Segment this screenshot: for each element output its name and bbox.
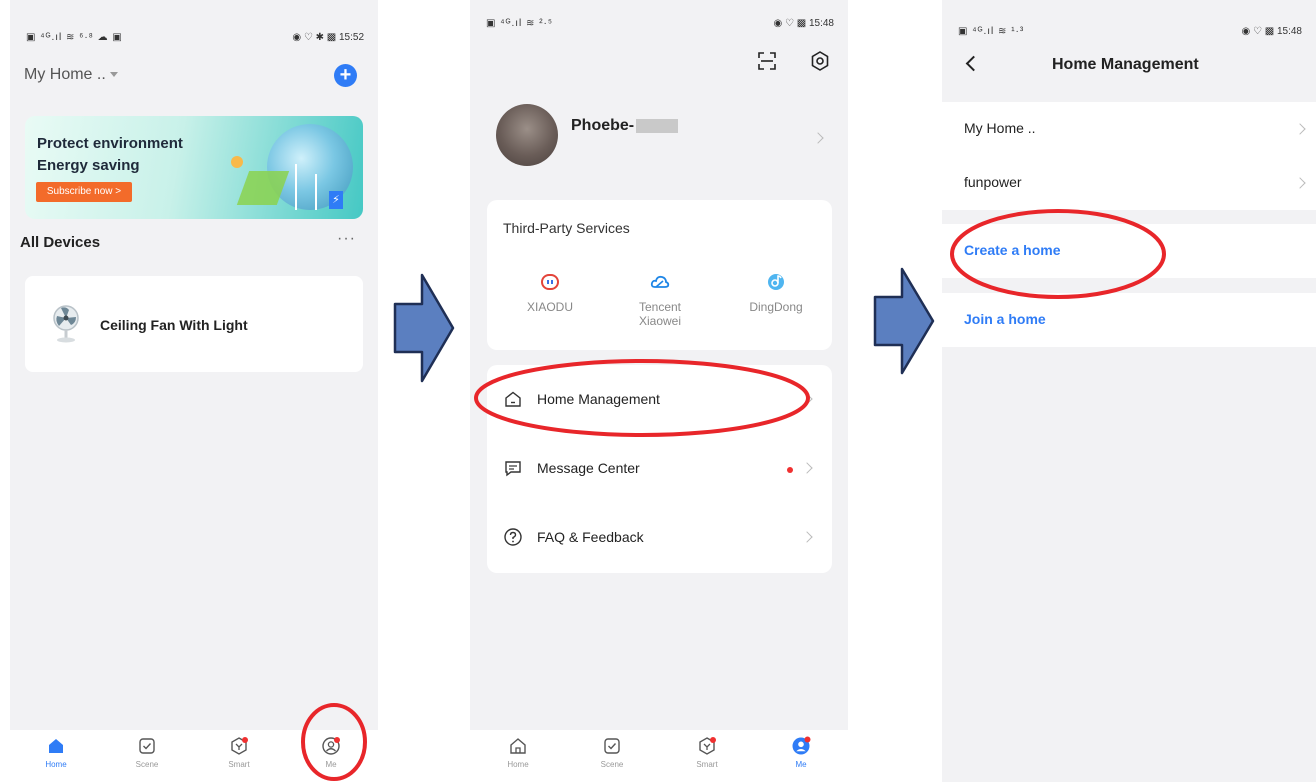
settings-icon[interactable] <box>809 50 831 72</box>
tab-home[interactable]: Home <box>488 736 548 769</box>
device-name: Ceiling Fan With Light <box>100 317 248 333</box>
flow-arrow-icon <box>873 267 935 375</box>
promo-banner[interactable]: ⚡ Protect environment Energy saving Subs… <box>25 116 363 219</box>
status-bar: ▣ ⁴ᴳ.ıl ≋ ⁶·⁸ ☁ ▣ ◉ ♡ ✱ ▩ 15:52 <box>10 28 378 50</box>
menu-label: Message Center <box>537 460 640 476</box>
chevron-right-icon <box>812 132 824 144</box>
section-title: All Devices <box>20 234 101 251</box>
xiaodu-icon <box>541 274 559 290</box>
lightning-icon: ⚡ <box>329 191 343 209</box>
service-xiaodu[interactable]: XIAODU <box>510 272 590 314</box>
tab-label: Me <box>795 760 807 769</box>
service-tencent-xiaowei[interactable]: Tencent Xiaowei <box>620 272 700 328</box>
home-icon <box>49 739 63 753</box>
dingdong-icon <box>768 274 784 290</box>
status-left: ▣ ⁴ᴳ.ıl ≋ ²·⁵ <box>486 18 554 29</box>
tab-label: Scene <box>135 760 159 769</box>
tab-smart[interactable]: Smart <box>677 736 737 769</box>
bottom-tab-bar: Home Scene Smart Me <box>470 730 848 782</box>
plus-icon: + <box>339 64 352 86</box>
home-selector-label: My Home .. <box>24 66 106 83</box>
fan-icon <box>53 305 79 343</box>
home-name: My Home .. <box>964 120 1036 136</box>
home-name: funpower <box>964 174 1022 190</box>
me-icon <box>792 736 811 755</box>
service-dingdong[interactable]: DingDong <box>736 272 816 314</box>
device-card[interactable]: Ceiling Fan With Light <box>25 276 363 372</box>
menu-label: FAQ & Feedback <box>537 529 644 545</box>
home-icon <box>510 738 526 754</box>
tab-scene[interactable]: Scene <box>582 736 642 769</box>
user-name: Phoebe- <box>571 117 635 134</box>
status-right: ◉ ♡ ▩ 15:48 <box>1241 26 1303 37</box>
service-label: XIAODU <box>526 300 573 314</box>
wind-turbine-illustration <box>315 174 317 210</box>
chevron-right-icon <box>801 462 813 474</box>
page-title: Home Management <box>1052 56 1199 73</box>
join-home-label: Join a home <box>964 311 1046 327</box>
back-arrow-icon[interactable] <box>965 55 982 72</box>
wind-turbine-illustration <box>295 164 297 210</box>
menu-faq-feedback[interactable]: FAQ & Feedback <box>487 503 832 571</box>
highlight-ellipse <box>950 209 1166 299</box>
tab-label: Smart <box>228 760 250 769</box>
home-management-screen: ▣ ⁴ᴳ.ıl ≋ ¹·³ ◉ ♡ ▩ 15:48 Home Managemen… <box>942 0 1316 782</box>
banner-title-line2: Energy saving <box>37 157 140 174</box>
menu-message-center[interactable]: Message Center <box>487 434 832 502</box>
flow-arrow-icon <box>393 273 455 383</box>
card-title: Third-Party Services <box>503 220 630 236</box>
status-left: ▣ ⁴ᴳ.ıl ≋ ⁶·⁸ ☁ ▣ <box>26 32 123 43</box>
scene-icon <box>139 738 155 754</box>
tab-home[interactable]: Home <box>26 736 86 769</box>
banner-title-line1: Protect environment <box>37 135 183 152</box>
subscribe-button[interactable]: Subscribe now > <box>36 182 132 202</box>
tab-label: Scene <box>600 760 624 769</box>
status-left: ▣ ⁴ᴳ.ıl ≋ ¹·³ <box>958 26 1025 37</box>
service-label: DingDong <box>749 300 803 314</box>
add-device-button[interactable]: + <box>334 64 357 87</box>
service-label: Tencent Xiaowei <box>638 300 682 328</box>
redacted-name <box>636 118 679 133</box>
status-right: ◉ ♡ ▩ 15:48 <box>773 18 835 29</box>
status-right: ◉ ♡ ✱ ▩ 15:52 <box>292 32 364 43</box>
tab-label: Home <box>507 760 529 769</box>
tencent-cloud-icon <box>650 275 670 288</box>
help-circle-icon <box>504 528 522 546</box>
user-name-row[interactable]: Phoebe- <box>571 117 679 135</box>
caret-down-icon <box>109 72 118 78</box>
chevron-right-icon <box>1294 123 1306 135</box>
message-icon <box>505 461 521 477</box>
tab-label: Smart <box>696 760 718 769</box>
highlight-ellipse <box>474 359 810 437</box>
smart-icon <box>231 737 248 755</box>
chevron-right-icon <box>1294 177 1306 189</box>
smart-icon <box>699 737 716 755</box>
home-screen: ▣ ⁴ᴳ.ıl ≋ ⁶·⁸ ☁ ▣ ◉ ♡ ✱ ▩ 15:52 My Home … <box>10 0 378 782</box>
tutorial-canvas: ▣ ⁴ᴳ.ıl ≋ ⁶·⁸ ☁ ▣ ◉ ♡ ✱ ▩ 15:52 My Home … <box>0 0 1316 782</box>
status-bar: ▣ ⁴ᴳ.ıl ≋ ¹·³ ◉ ♡ ▩ 15:48 <box>942 22 1316 44</box>
avatar[interactable] <box>496 104 558 166</box>
sun-illustration <box>231 156 243 168</box>
tab-scene[interactable]: Scene <box>117 736 177 769</box>
status-bar: ▣ ⁴ᴳ.ıl ≋ ²·⁵ ◉ ♡ ▩ 15:48 <box>470 14 848 36</box>
more-options-icon[interactable]: ··· <box>337 230 356 248</box>
unread-indicator <box>787 467 793 473</box>
tab-smart[interactable]: Smart <box>209 736 269 769</box>
highlight-ellipse <box>301 703 367 781</box>
third-party-services-card: Third-Party Services XIAODU Tencent Xiao… <box>487 200 832 350</box>
tab-label: Home <box>45 760 67 769</box>
scene-icon <box>604 738 620 754</box>
home-item[interactable]: My Home .. <box>942 102 1316 156</box>
chevron-right-icon <box>801 531 813 543</box>
home-selector[interactable]: My Home .. <box>24 66 118 84</box>
home-item[interactable]: funpower <box>942 156 1316 210</box>
scan-icon[interactable] <box>756 50 778 72</box>
tab-me[interactable]: Me <box>771 736 831 769</box>
